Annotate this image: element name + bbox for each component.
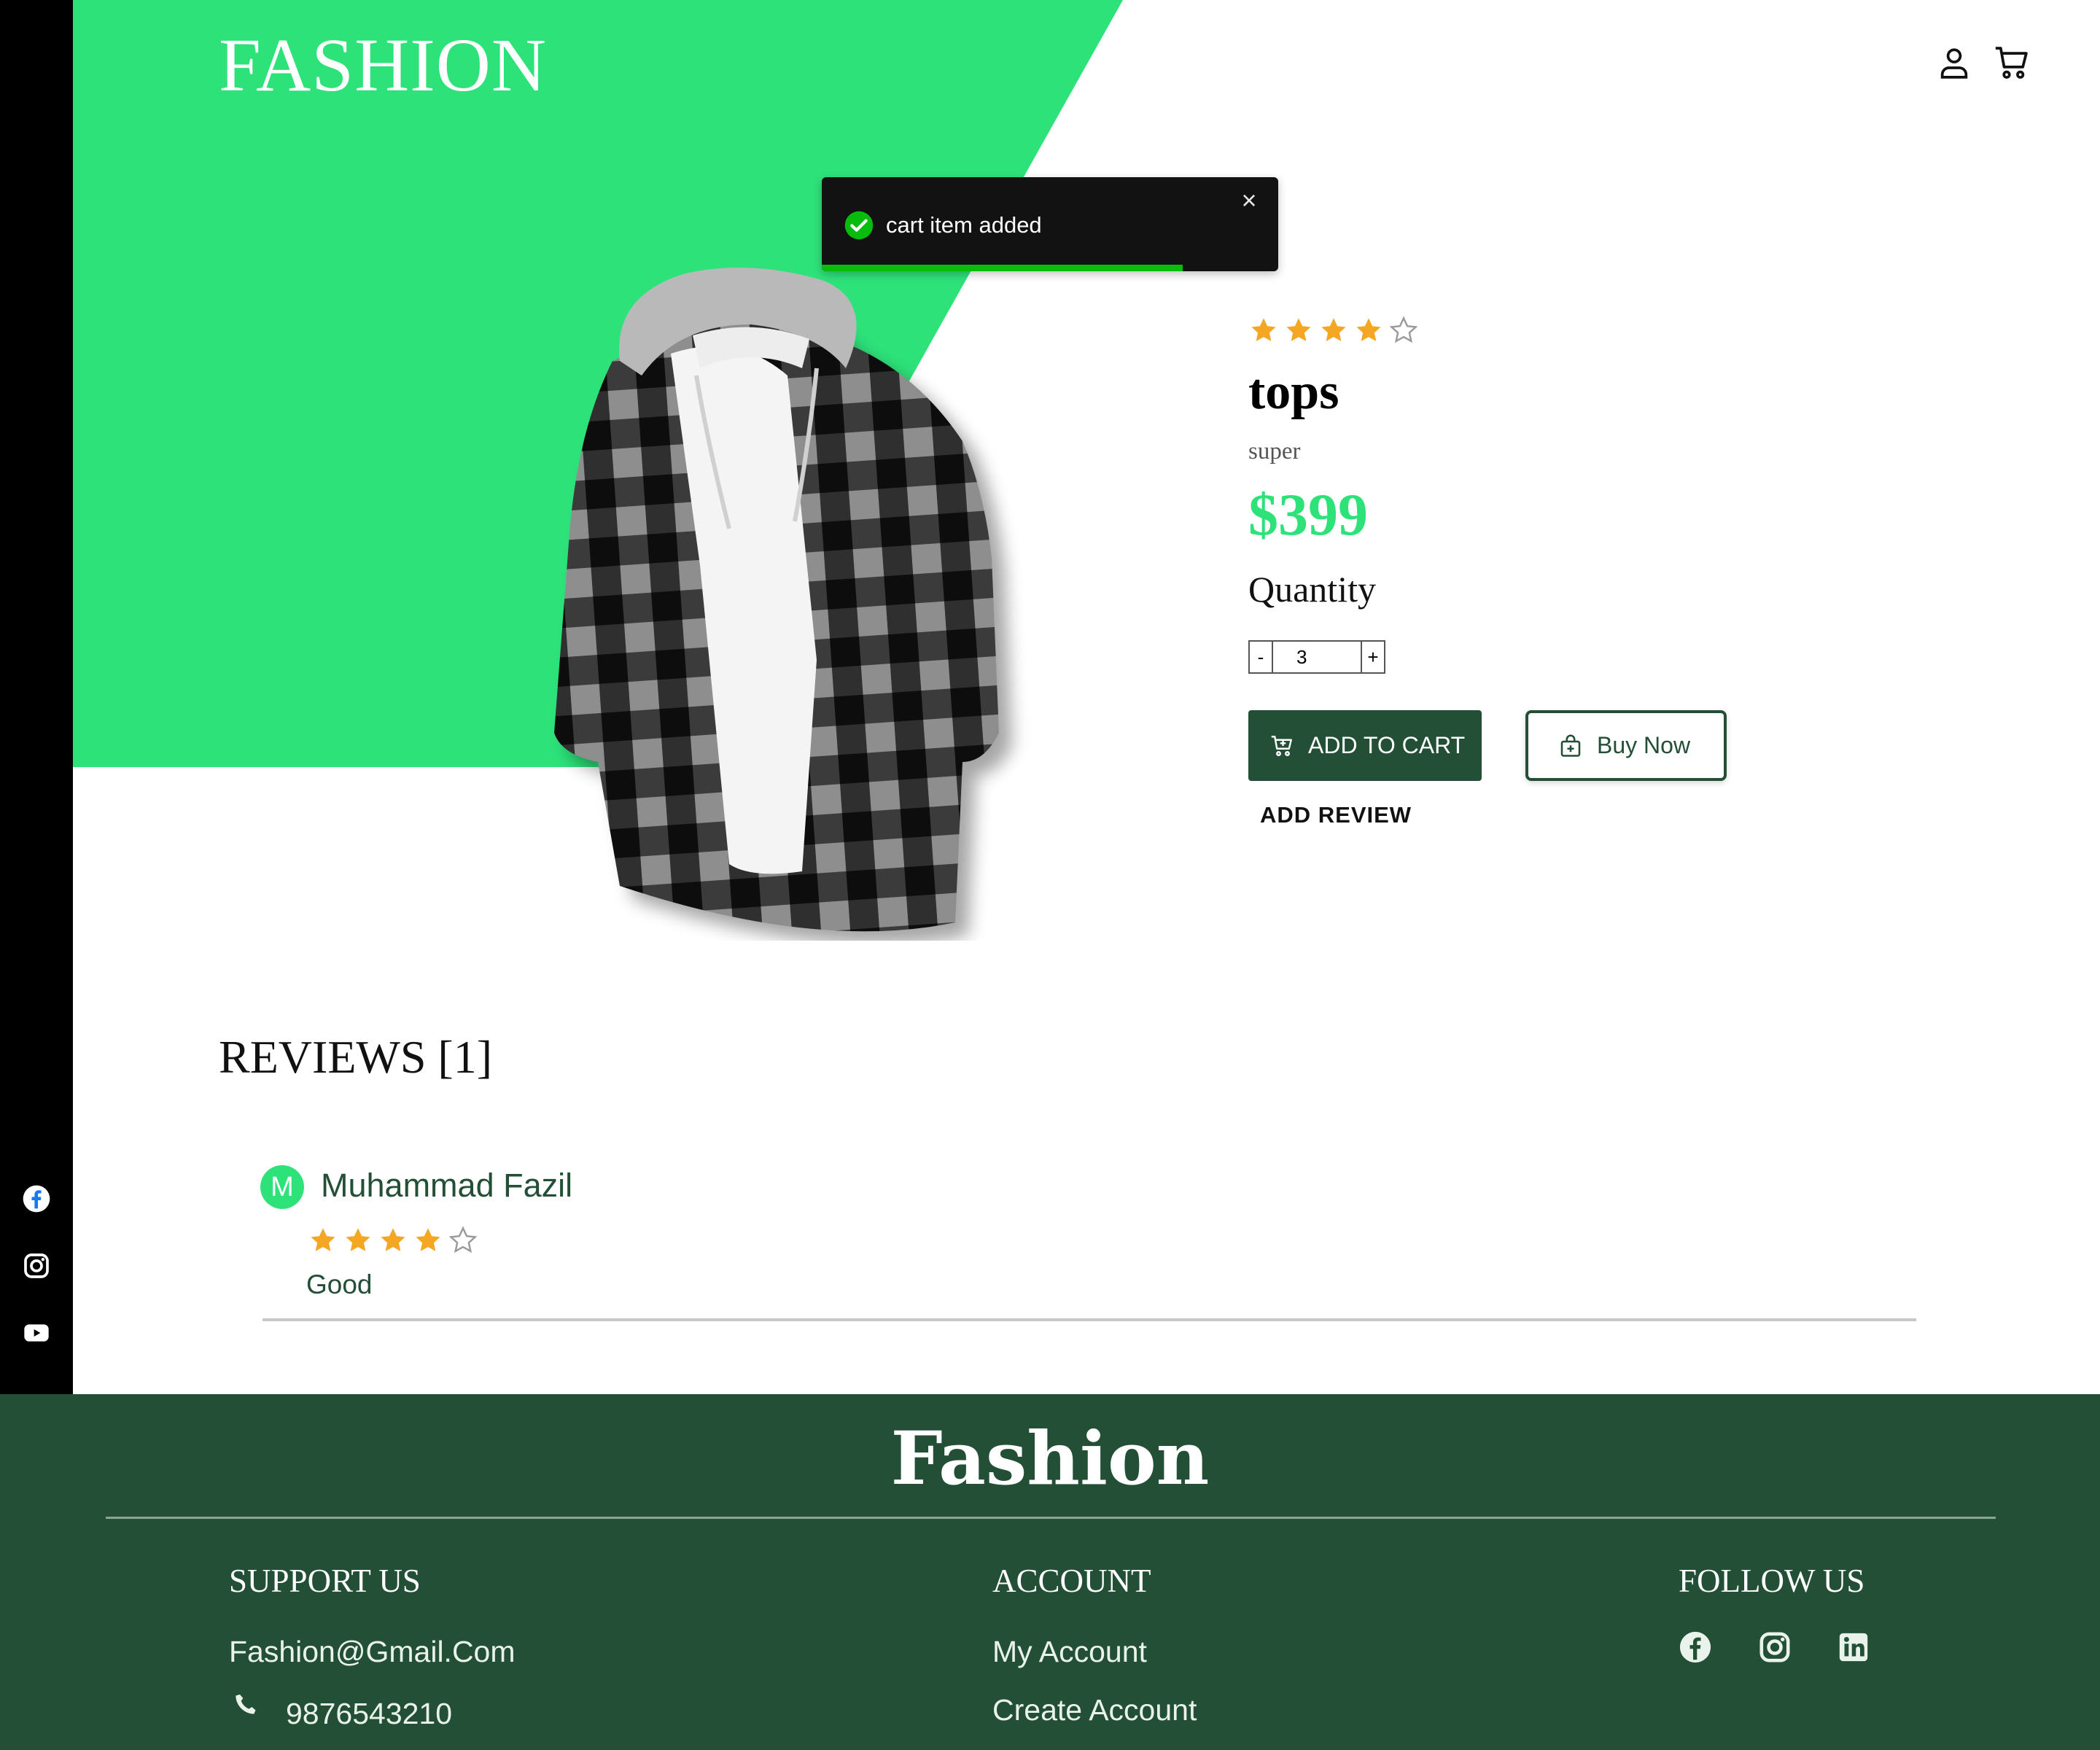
product-image — [510, 252, 1138, 941]
account-heading: ACCOUNT — [992, 1563, 1151, 1599]
decrement-button[interactable]: - — [1248, 640, 1273, 674]
instagram-icon[interactable] — [22, 1251, 51, 1280]
star-filled-icon — [1283, 315, 1314, 346]
buy-now-button[interactable]: Buy Now — [1525, 710, 1727, 781]
add-to-cart-label: ADD TO CART — [1308, 732, 1466, 758]
star-filled-icon — [378, 1225, 408, 1256]
star-empty-icon — [448, 1225, 478, 1256]
youtube-icon[interactable] — [22, 1318, 51, 1348]
product-rating — [1248, 315, 1419, 346]
star-filled-icon — [1318, 315, 1349, 346]
add-to-cart-button[interactable]: ADD TO CART — [1248, 710, 1482, 781]
cart-icon[interactable] — [1991, 42, 2032, 83]
phone-icon — [232, 1690, 261, 1719]
facebook-icon[interactable] — [22, 1184, 51, 1213]
star-empty-icon — [1388, 315, 1419, 346]
product-price: $399 — [1248, 481, 1368, 548]
star-filled-icon — [343, 1225, 373, 1256]
instagram-icon[interactable] — [1758, 1630, 1792, 1664]
toast-notification: cart item added × — [822, 177, 1278, 271]
quantity-input[interactable] — [1273, 640, 1361, 674]
support-heading: SUPPORT US — [229, 1563, 421, 1599]
facebook-icon[interactable] — [1679, 1630, 1712, 1664]
add-review-button[interactable]: ADD REVIEW — [1260, 801, 1412, 830]
brand-logo[interactable]: FASHION — [219, 22, 547, 109]
social-sidebar — [0, 0, 73, 1394]
star-filled-icon — [308, 1225, 338, 1256]
create-account-link[interactable]: Create Account — [992, 1689, 1197, 1730]
footer-divider — [106, 1517, 1996, 1519]
review-rating — [308, 1225, 478, 1256]
product-description: super — [1248, 438, 1301, 464]
support-email-link[interactable]: Fashion@Gmail.Com — [229, 1631, 516, 1672]
buy-now-label: Buy Now — [1597, 732, 1691, 758]
increment-button[interactable]: + — [1361, 640, 1385, 674]
follow-heading: FOLLOW US — [1679, 1563, 1865, 1599]
linkedin-icon[interactable] — [1837, 1630, 1870, 1664]
shopping-bag-icon — [1560, 734, 1581, 757]
star-filled-icon — [413, 1225, 443, 1256]
toast-progress-bar — [822, 265, 1183, 271]
product-name: tops — [1248, 364, 1339, 420]
close-icon[interactable]: × — [1236, 187, 1262, 214]
star-filled-icon — [1353, 315, 1384, 346]
my-account-link[interactable]: My Account — [992, 1631, 1147, 1672]
reviewer-name: Muhammad Fazil — [321, 1167, 573, 1204]
toast-message: cart item added — [886, 212, 1042, 238]
support-phone-link[interactable]: 9876543210 — [286, 1693, 452, 1734]
review-text: Good — [306, 1269, 373, 1299]
avatar: M — [260, 1165, 304, 1209]
reviews-title: REVIEWS [1] — [219, 1031, 493, 1083]
footer-logo: Fashion — [890, 1415, 1210, 1501]
review-divider — [262, 1318, 1916, 1321]
check-circle-icon — [844, 210, 874, 241]
star-filled-icon — [1248, 315, 1279, 346]
user-icon[interactable] — [1934, 42, 1975, 83]
quantity-label: Quantity — [1248, 569, 1376, 610]
cart-add-icon — [1271, 735, 1292, 756]
quantity-stepper: - + — [1248, 640, 1385, 674]
